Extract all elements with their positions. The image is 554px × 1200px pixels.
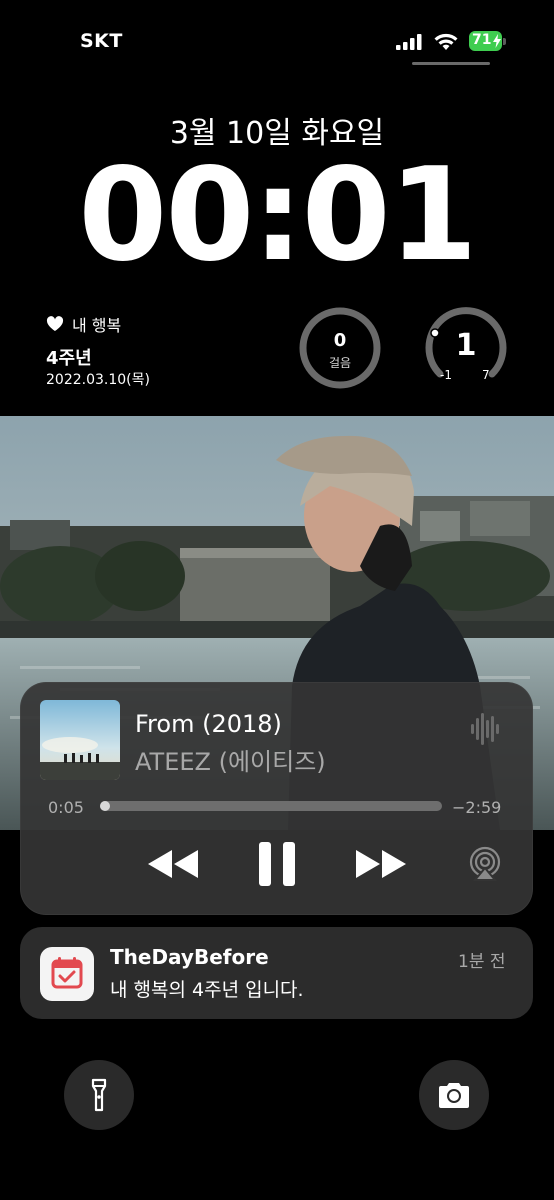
song-title: From (2018) <box>135 710 282 738</box>
dday-widget-title[interactable]: 내 행복 <box>46 312 121 336</box>
pause-button[interactable] <box>257 840 297 888</box>
airplay-icon[interactable] <box>467 846 503 882</box>
audio-waveform-icon <box>471 713 499 745</box>
carrier-name: SKT <box>80 30 123 52</box>
battery-percent: 71 <box>472 32 492 48</box>
notification-card[interactable]: TheDayBefore 1분 전 내 행복의 4주년 입니다. <box>20 927 533 1019</box>
playback-progress <box>100 801 111 811</box>
remaining-time: −2:59 <box>452 798 502 817</box>
dday-title-label: 내 행복 <box>72 316 122 335</box>
lock-time: 00:01 <box>78 141 477 290</box>
notification-body: 내 행복의 4주년 입니다. <box>110 979 304 1001</box>
flashlight-icon <box>91 1078 107 1112</box>
gauge-value: 1 <box>455 328 477 363</box>
signal-icon <box>396 34 422 50</box>
notification-app-name: TheDayBefore <box>110 945 269 969</box>
song-artist: ATEEZ (에이티즈) <box>135 748 326 776</box>
wifi-icon <box>434 33 458 50</box>
battery-charging-icon: 71 <box>469 31 507 51</box>
playback-scrubber[interactable] <box>100 801 442 811</box>
rewind-button[interactable] <box>146 847 200 881</box>
steps-count: 0 <box>333 330 347 351</box>
album-art[interactable] <box>40 700 120 780</box>
elapsed-time: 0:05 <box>48 798 84 817</box>
charging-bolt-icon <box>493 34 501 48</box>
gauge-min: -1 <box>440 368 452 382</box>
control-center-indicator[interactable] <box>412 62 490 65</box>
heart-icon <box>46 316 64 331</box>
steps-label: 걸음 <box>328 356 352 370</box>
flashlight-button[interactable] <box>64 1060 134 1130</box>
dday-date: 2022.03.10(목) <box>46 372 150 388</box>
camera-icon <box>439 1083 469 1108</box>
thedaybefore-app-icon <box>40 947 94 1001</box>
gauge-max: 7 <box>482 368 490 382</box>
now-playing-card[interactable]: From (2018) ATEEZ (에이티즈) 0:05 −2:59 <box>20 682 533 915</box>
camera-button[interactable] <box>419 1060 489 1130</box>
fast-forward-button[interactable] <box>354 847 408 881</box>
dday-years: 4주년 <box>46 348 92 369</box>
notification-time: 1분 전 <box>458 952 506 972</box>
